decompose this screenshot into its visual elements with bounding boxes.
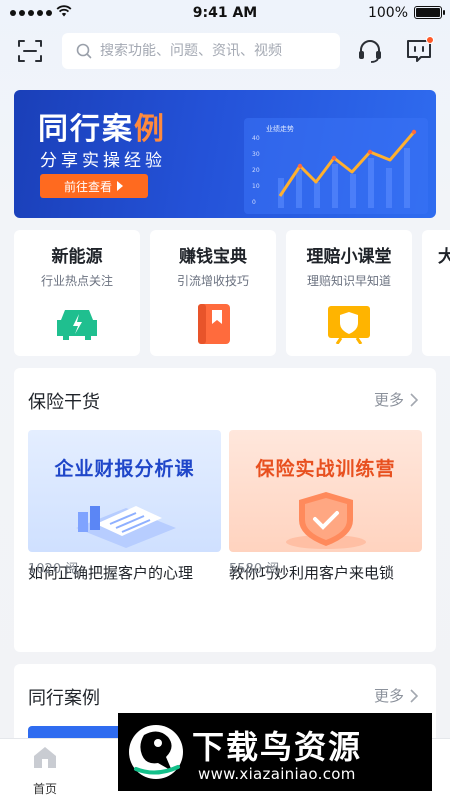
more-link[interactable]: 更多 bbox=[374, 389, 418, 410]
shield-illustration bbox=[286, 492, 366, 549]
category-row: 新能源 行业热点关注 赚钱宝典 引流增收技巧 理赔小课堂 理赔知识早知道 大 bbox=[14, 230, 450, 356]
banner-title: 同行案例 bbox=[38, 112, 166, 147]
category-card-money-guide[interactable]: 赚钱宝典 引流增收技巧 bbox=[150, 230, 276, 356]
chart-tick: 10 bbox=[252, 183, 260, 190]
shield-board-icon bbox=[328, 306, 370, 344]
category-subtitle: 引流增收技巧 bbox=[176, 274, 249, 288]
section-title: 保险干货 bbox=[28, 392, 100, 413]
article-read-count: 1020 阅 bbox=[28, 562, 79, 577]
article-cover: 保险实战训练营 bbox=[229, 430, 422, 552]
tab-home[interactable]: 首页 bbox=[0, 739, 90, 800]
search-input[interactable] bbox=[100, 43, 330, 59]
cover-text: 保险实战训练营 bbox=[255, 458, 396, 480]
category-subtitle: 行业热点关注 bbox=[40, 274, 113, 288]
chart-tick: 40 bbox=[252, 135, 260, 142]
category-card-new-energy[interactable]: 新能源 行业热点关注 bbox=[14, 230, 140, 356]
section-title: 同行案例 bbox=[28, 688, 100, 709]
chart-tick: 0 bbox=[252, 199, 256, 206]
category-title: 赚钱宝典 bbox=[179, 247, 247, 267]
category-title: 大 bbox=[438, 247, 450, 267]
watermark-overlay: 下载鸟资源 www.xiazainiao.com bbox=[118, 713, 432, 791]
search-bar[interactable] bbox=[62, 33, 340, 69]
category-title: 理赔小课堂 bbox=[306, 247, 392, 267]
watermark-url: www.xiazainiao.com bbox=[198, 765, 356, 783]
home-icon bbox=[34, 747, 56, 768]
article-read-count: 5580 阅 bbox=[229, 562, 280, 577]
bookmark-book-icon bbox=[198, 304, 230, 344]
battery-icon bbox=[414, 6, 445, 19]
cover-text: 企业财报分析课 bbox=[54, 458, 195, 480]
banner-subtitle: 分享实操经验 bbox=[40, 151, 166, 171]
banner-view-button[interactable]: 前往查看 bbox=[40, 174, 148, 198]
promo-banner[interactable]: 同行案例 分享实操经验 前往查看 40 30 20 10 0 业绩走势 bbox=[14, 90, 436, 218]
headset-icon[interactable] bbox=[356, 37, 384, 65]
chart-tick: 30 bbox=[252, 151, 260, 158]
play-arrow-icon bbox=[117, 181, 123, 191]
section-insurance-tips: 保险干货 更多 企业财报分析课 如何正确把握客户的心理 1020 阅 保险实战训… bbox=[14, 368, 436, 652]
chevron-right-icon bbox=[410, 688, 418, 703]
electric-car-icon bbox=[57, 310, 97, 340]
tab-label: 首页 bbox=[32, 782, 57, 796]
category-card-claims-class[interactable]: 理赔小课堂 理赔知识早知道 bbox=[286, 230, 412, 356]
search-icon bbox=[76, 43, 92, 59]
category-title: 新能源 bbox=[51, 247, 103, 267]
scan-icon[interactable] bbox=[16, 37, 44, 65]
category-card-partial[interactable]: 大 bbox=[422, 230, 450, 356]
report-illustration bbox=[76, 506, 176, 548]
category-subtitle: 理赔知识早知道 bbox=[306, 274, 391, 288]
more-link[interactable]: 更多 bbox=[374, 685, 418, 706]
chevron-right-icon bbox=[410, 392, 418, 407]
status-bar: 9:41 AM 100% bbox=[0, 0, 450, 26]
article-cover: 企业财报分析课 bbox=[28, 430, 221, 552]
banner-chart-label: 业绩走势 bbox=[266, 125, 294, 133]
notification-dot bbox=[426, 36, 434, 44]
bird-logo-icon bbox=[129, 725, 183, 779]
chart-tick: 20 bbox=[252, 167, 260, 174]
battery-percent: 100% bbox=[367, 5, 408, 21]
watermark-text: 下载鸟资源 bbox=[192, 728, 363, 766]
message-button[interactable] bbox=[404, 36, 434, 66]
